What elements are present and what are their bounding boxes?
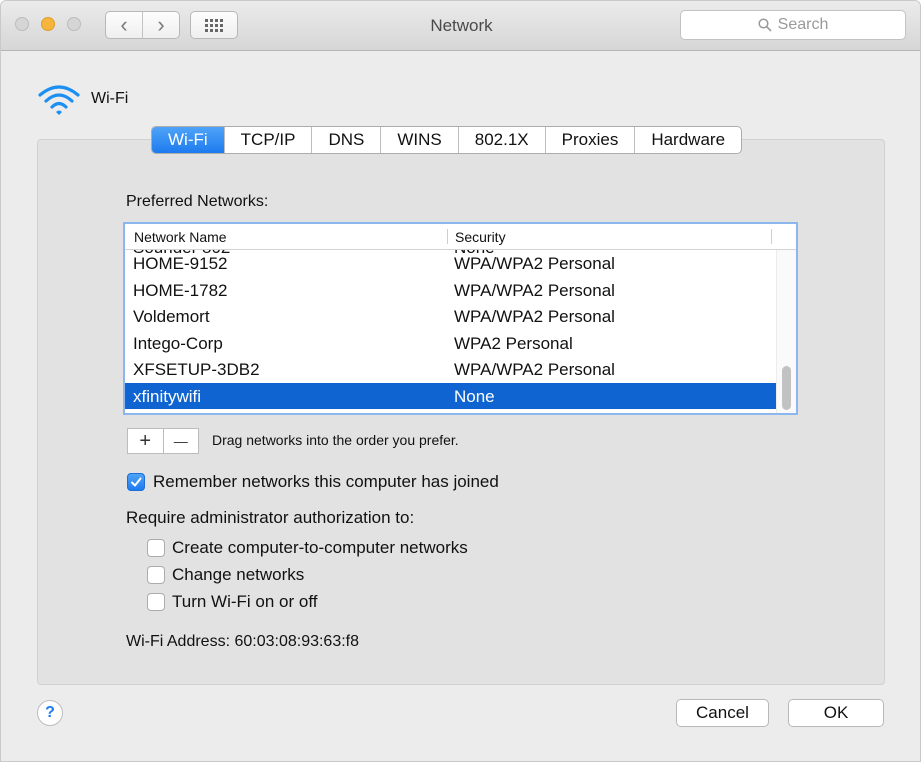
network-name-cell: Intego-Corp [133, 333, 223, 353]
table-row[interactable]: Intego-Corp WPA2 Personal [125, 330, 776, 357]
tab-wins[interactable]: WINS [380, 127, 457, 153]
security-cell: WPA/WPA2 Personal [454, 307, 615, 326]
show-all-button[interactable] [190, 11, 238, 39]
tab-dns[interactable]: DNS [311, 127, 380, 153]
add-network-button[interactable]: + [128, 429, 163, 453]
ok-button[interactable]: OK [788, 699, 884, 727]
security-cell: WPA/WPA2 Personal [454, 360, 615, 379]
network-name-cell: HOME-1782 [133, 280, 228, 300]
zoom-window-button[interactable] [67, 17, 81, 31]
wifi-address: Wi-Fi Address: 60:03:08:93:63:f8 [126, 633, 360, 650]
title-bar: ‹ › Network Search [1, 1, 920, 51]
network-name-cell: Voldemort [133, 307, 210, 326]
forward-button[interactable]: › [142, 12, 179, 38]
drag-hint-text: Drag networks into the order you prefer. [212, 432, 459, 448]
column-divider [771, 229, 772, 244]
table-rows: Sounder 802 None HOME-9152 WPA/WPA2 Pers… [125, 238, 776, 409]
add-remove-control: + — [127, 428, 199, 454]
preferred-networks-table[interactable]: Network Name Security Sounder 802 None H… [123, 222, 798, 415]
network-name-cell: XFSETUP-3DB2 [133, 360, 260, 379]
turn-wifi-onoff-checkbox[interactable] [147, 593, 165, 611]
remember-networks-checkbox[interactable] [127, 473, 145, 491]
tab-proxies[interactable]: Proxies [544, 127, 635, 153]
close-window-button[interactable] [15, 17, 29, 31]
preferred-networks-label: Preferred Networks: [126, 193, 269, 210]
service-name: Wi-Fi [91, 90, 129, 107]
tab-wifi[interactable]: Wi-Fi [152, 127, 224, 153]
column-header-security[interactable]: Security [455, 229, 506, 245]
grid-icon [205, 18, 223, 32]
remove-network-button[interactable]: — [162, 429, 199, 453]
column-divider [447, 229, 448, 244]
tab-tcpip[interactable]: TCP/IP [223, 127, 312, 153]
tab-hardware[interactable]: Hardware [634, 127, 741, 153]
question-icon: ? [45, 704, 55, 721]
change-networks-checkbox[interactable] [147, 566, 165, 584]
table-row[interactable]: HOME-9152 WPA/WPA2 Personal [125, 250, 776, 277]
change-networks-label[interactable]: Change networks [172, 565, 304, 585]
chevron-left-icon: ‹ [120, 12, 128, 37]
security-cell: WPA/WPA2 Personal [454, 280, 615, 300]
scrollbar-thumb[interactable] [782, 366, 791, 410]
table-row-selected[interactable]: xfinitywifi None [125, 382, 776, 409]
settings-tabs: Wi-Fi TCP/IP DNS WINS 802.1X Proxies Har… [151, 126, 743, 154]
minus-icon: — [173, 433, 188, 449]
require-admin-label: Require administrator authorization to: [126, 508, 415, 527]
network-name-cell: xfinitywifi [133, 386, 202, 406]
network-name-cell: HOME-9152 [133, 254, 228, 273]
cancel-button[interactable]: Cancel [676, 699, 769, 727]
chevron-right-icon: › [157, 12, 165, 37]
search-icon [758, 18, 772, 32]
security-cell: None [454, 386, 495, 406]
minimize-window-button[interactable] [41, 17, 55, 31]
network-preferences-window: ‹ › Network Search Wi-Fi Wi-Fi TCP/IP DN… [0, 0, 921, 762]
create-computer-networks-label[interactable]: Create computer-to-computer networks [172, 538, 468, 558]
search-placeholder: Search [777, 16, 829, 33]
security-cell: WPA2 Personal [454, 333, 573, 353]
table-scrollbar[interactable] [776, 250, 796, 413]
create-computer-networks-checkbox[interactable] [147, 539, 165, 557]
column-header-network-name[interactable]: Network Name [134, 229, 227, 245]
wifi-icon [38, 85, 80, 115]
search-field[interactable]: Search [680, 10, 906, 40]
tab-8021x[interactable]: 802.1X [457, 127, 545, 153]
remember-networks-label[interactable]: Remember networks this computer has join… [153, 472, 499, 492]
table-row[interactable]: XFSETUP-3DB2 WPA/WPA2 Personal [125, 356, 776, 383]
security-cell: WPA/WPA2 Personal [454, 254, 615, 273]
service-header: Wi-Fi [37, 83, 128, 115]
help-button[interactable]: ? [37, 700, 63, 726]
turn-wifi-onoff-label[interactable]: Turn Wi-Fi on or off [172, 592, 317, 612]
navigation-buttons: ‹ › [105, 11, 180, 39]
plus-icon: + [139, 429, 152, 452]
table-row[interactable]: HOME-1782 WPA/WPA2 Personal [125, 277, 776, 304]
back-button[interactable]: ‹ [106, 12, 142, 38]
table-row[interactable]: Voldemort WPA/WPA2 Personal [125, 303, 776, 330]
table-header: Network Name Security [125, 224, 796, 250]
checkmark-icon [131, 477, 142, 487]
